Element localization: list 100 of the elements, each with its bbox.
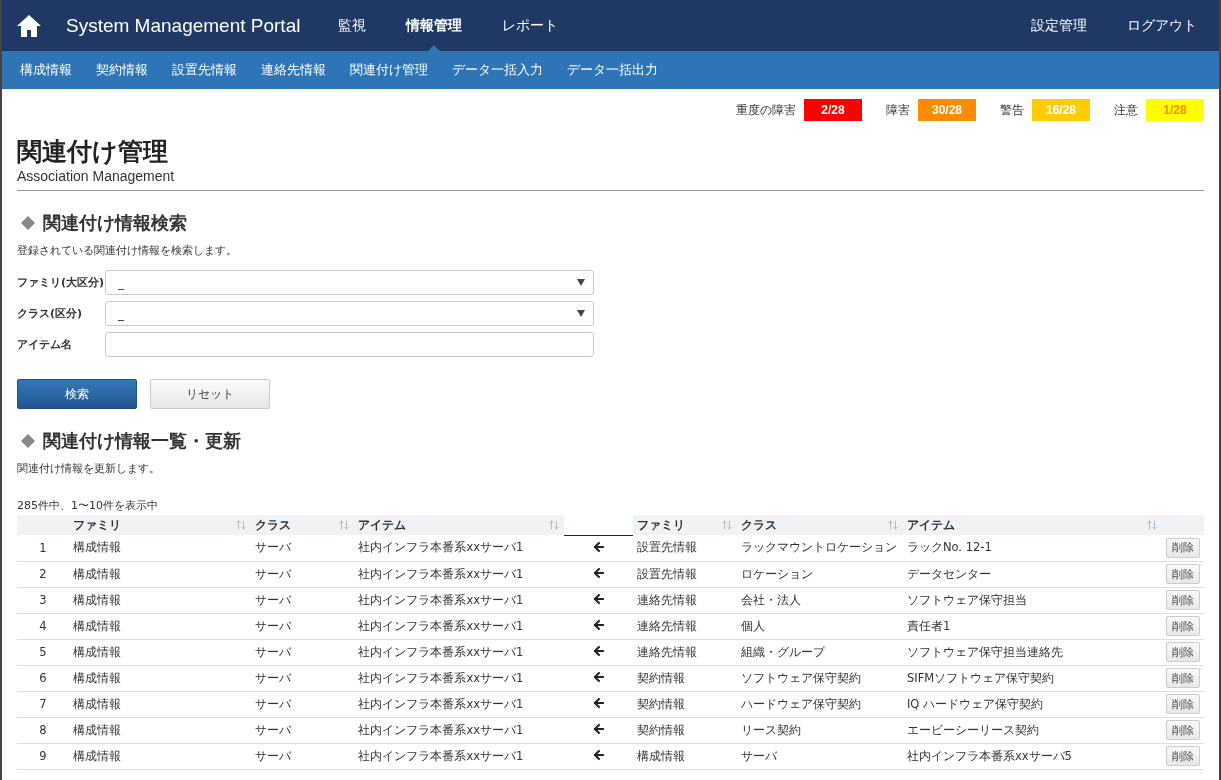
subnav-link[interactable]: 構成情報 <box>8 61 84 79</box>
table-cell: サーバ <box>255 618 292 633</box>
table-cell: 設置先情報 <box>637 566 698 581</box>
table-cell: 社内インフラ本番系xxサーバ5 <box>906 748 1072 763</box>
table-cell: 責任者1 <box>906 618 951 633</box>
alert-label: 重度の障害 <box>736 101 796 119</box>
table-cell: サーバ <box>255 592 292 607</box>
delete-button[interactable]: 削除 <box>1166 746 1200 766</box>
table-cell: ソフトウェア保守契約 <box>740 670 861 685</box>
row-number: 5 <box>39 645 47 659</box>
table-cell: ハードウェア保守契約 <box>740 696 861 711</box>
table-cell: 連絡先情報 <box>637 618 698 633</box>
row-number: 8 <box>39 723 47 737</box>
table-cell: IQ ハードウェア保守契約 <box>906 696 1044 711</box>
subnav-link[interactable]: データ一括入力 <box>440 61 555 79</box>
delete-button[interactable]: 削除 <box>1166 537 1200 558</box>
table-cell: 社内インフラ本番系xxサーバ1 <box>358 644 524 659</box>
delete-button[interactable]: 削除 <box>1166 642 1200 662</box>
input-field[interactable] <box>105 332 594 357</box>
diamond-icon <box>21 216 35 230</box>
subnav-link[interactable]: 関連付け管理 <box>338 61 440 79</box>
field-label: クラス(区分) <box>17 306 84 321</box>
alert-label: 警告 <box>1000 101 1024 119</box>
delete-button[interactable]: 削除 <box>1166 616 1200 636</box>
field-label: アイテム名 <box>17 337 73 352</box>
select-field[interactable]: _ <box>105 270 594 295</box>
sort-icon[interactable] <box>1146 519 1158 531</box>
result-count: 285件中、1〜10件を表示中 <box>17 498 159 513</box>
section-description: 登録されている関連付け情報を検索します。 <box>17 243 238 258</box>
sort-icon[interactable] <box>886 519 899 531</box>
dropdown-caret-icon[interactable] <box>577 279 585 286</box>
table-cell: サーバ <box>255 748 292 763</box>
sort-icon[interactable] <box>547 519 560 531</box>
subnav-link[interactable]: 設置先情報 <box>160 61 249 79</box>
column-header[interactable]: アイテム <box>906 517 955 533</box>
table-cell: リース契約 <box>740 722 801 737</box>
table-cell: 社内インフラ本番系xxサーバ1 <box>358 592 524 607</box>
table-cell: 連絡先情報 <box>637 592 698 607</box>
delete-button[interactable]: 削除 <box>1166 668 1200 688</box>
dropdown-caret-icon[interactable] <box>577 310 585 317</box>
table-cell: SIFMソフトウェア保守契約 <box>906 670 1055 685</box>
sort-icon[interactable] <box>720 519 733 531</box>
home-icon[interactable] <box>16 13 42 38</box>
search-button[interactable]: 検索 <box>17 379 137 409</box>
delete-button[interactable]: 削除 <box>1166 694 1200 714</box>
table-cell: 構成情報 <box>72 644 121 659</box>
left-arrow-icon <box>591 721 606 736</box>
row-number: 7 <box>39 697 47 711</box>
nav-tab[interactable]: 監視 <box>330 0 375 51</box>
subnav-link[interactable]: 契約情報 <box>84 61 160 79</box>
subnav-link[interactable]: 連絡先情報 <box>249 61 338 79</box>
table-cell: 構成情報 <box>72 618 121 633</box>
column-header[interactable]: クラス <box>740 517 777 533</box>
table-cell: サーバ <box>740 748 777 763</box>
delete-button[interactable]: 削除 <box>1166 720 1200 740</box>
nav-link[interactable]: ログアウト <box>1119 0 1205 51</box>
select-field[interactable]: _ <box>105 301 594 326</box>
reset-button[interactable]: リセット <box>150 379 270 409</box>
table-cell: 社内インフラ本番系xxサーバ1 <box>358 670 524 685</box>
row-number: 6 <box>39 671 47 685</box>
subnav-link[interactable]: データ一括出力 <box>555 61 670 79</box>
table-cell: サーバ <box>255 696 292 711</box>
delete-button[interactable]: 削除 <box>1166 590 1200 610</box>
portal-title: System Management Portal <box>66 14 301 37</box>
table-cell: 設置先情報 <box>637 540 698 555</box>
table-cell: 構成情報 <box>72 540 121 555</box>
sort-icon[interactable] <box>235 519 248 531</box>
table-cell: 社内インフラ本番系xxサーバ1 <box>358 540 524 555</box>
row-number: 4 <box>39 619 47 633</box>
table-cell: データセンター <box>906 566 991 581</box>
alert-count[interactable]: 2/28 <box>804 99 862 121</box>
table-cell: サーバ <box>255 722 292 737</box>
row-number: 3 <box>39 593 47 607</box>
table-cell: 契約情報 <box>637 670 686 685</box>
table-cell: サーバ <box>255 540 292 555</box>
table-cell: ソフトウェア保守担当連絡先 <box>906 644 1063 659</box>
table-cell: 構成情報 <box>72 670 121 685</box>
left-arrow-icon <box>591 539 606 554</box>
table-cell: 構成情報 <box>72 696 121 711</box>
table-cell: ロケーション <box>740 566 813 581</box>
nav-tab[interactable]: 情報管理 <box>398 0 471 51</box>
table-cell: 連絡先情報 <box>637 644 698 659</box>
alert-label: 注意 <box>1114 101 1138 119</box>
table-cell: 社内インフラ本番系xxサーバ1 <box>358 748 524 763</box>
nav-tab[interactable]: レポート <box>494 0 567 51</box>
row-number: 2 <box>39 567 47 581</box>
section-description: 関連付け情報を更新します。 <box>17 461 161 476</box>
table-cell: エービーシーリース契約 <box>906 722 1039 737</box>
left-arrow-icon <box>591 695 606 710</box>
column-header[interactable]: アイテム <box>358 517 407 533</box>
table-cell: サーバ <box>255 670 292 685</box>
delete-button[interactable]: 削除 <box>1166 564 1200 584</box>
left-arrow-icon <box>591 669 606 684</box>
sort-icon[interactable] <box>338 519 351 531</box>
table-cell: 構成情報 <box>72 566 121 581</box>
table-cell: 契約情報 <box>637 696 686 711</box>
nav-link[interactable]: 設定管理 <box>1023 0 1095 51</box>
table-cell: 社内インフラ本番系xxサーバ1 <box>358 618 524 633</box>
table-cell: 構成情報 <box>72 592 121 607</box>
table-cell: 構成情報 <box>637 748 686 763</box>
